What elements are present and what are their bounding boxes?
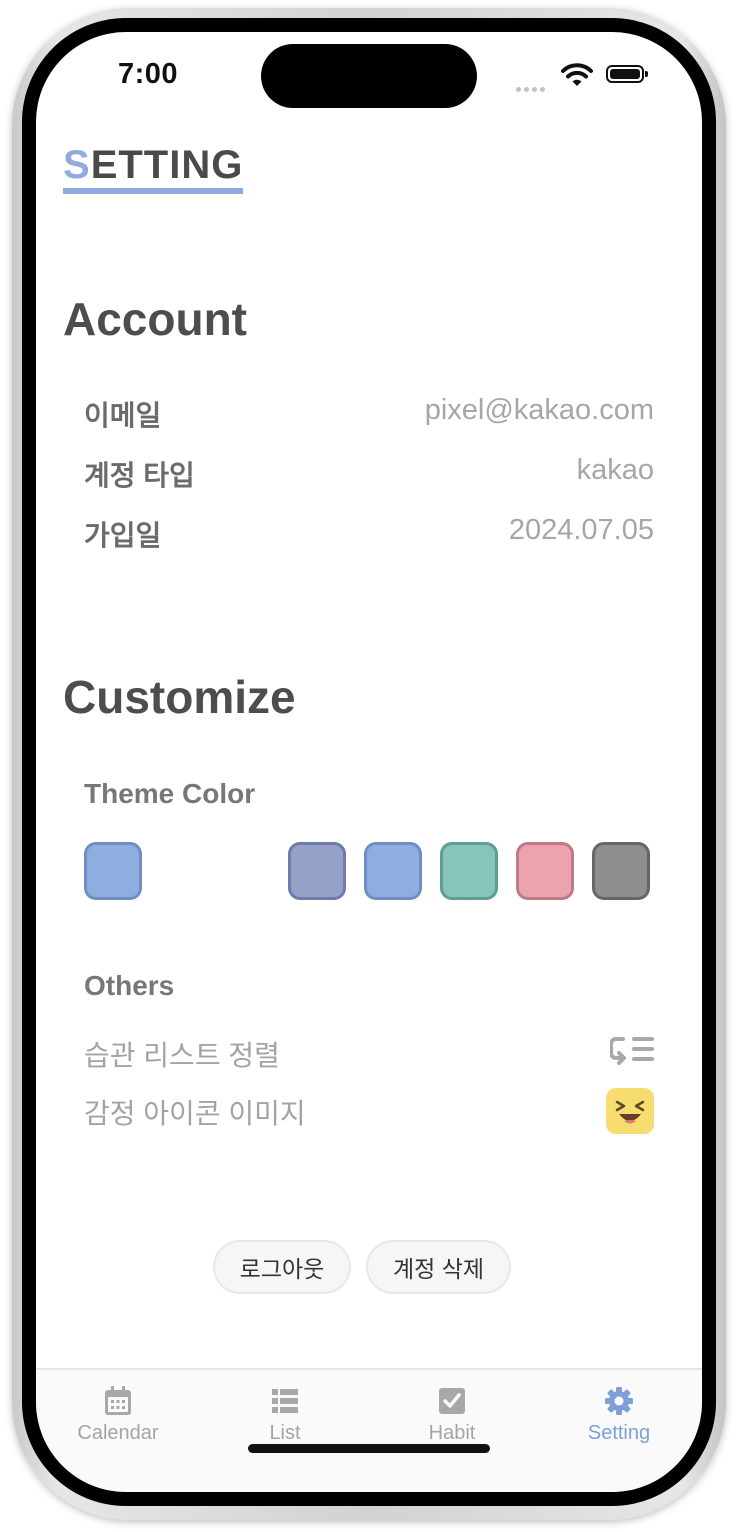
battery-icon — [606, 65, 648, 83]
emotion-icon-label: 감정 아이콘 이미지 — [84, 1098, 306, 1129]
account-type-value: kakao — [576, 454, 654, 486]
page-title-initial: S — [63, 143, 91, 187]
selected-theme-swatch — [84, 842, 142, 900]
calendar-icon — [105, 1386, 131, 1415]
wifi-icon — [561, 63, 593, 86]
theme-swatch-pink[interactable] — [516, 842, 574, 900]
screen: 7:00 SETTING Account 이메일 pixel@kakao.com… — [36, 32, 702, 1492]
page-title: SETTING — [63, 143, 244, 194]
customize-heading: Customize — [63, 671, 296, 723]
theme-color-label: Theme Color — [84, 778, 256, 809]
account-type-label: 계정 타입 — [84, 460, 195, 491]
cellular-signal-icon — [516, 79, 548, 97]
account-row-email: 이메일 pixel@kakao.com — [84, 394, 654, 434]
theme-swatch-green[interactable] — [440, 842, 498, 900]
tab-habit[interactable]: Habit — [387, 1386, 517, 1445]
page-title-rest: ETTING — [90, 143, 244, 187]
join-date-value: 2024.07.05 — [508, 514, 654, 546]
laughing-face-icon[interactable] — [606, 1088, 654, 1134]
list-icon — [272, 1389, 298, 1413]
join-date-label: 가입일 — [84, 520, 162, 551]
theme-swatch-gray[interactable] — [592, 842, 650, 900]
gear-icon — [605, 1387, 633, 1415]
tab-calendar-label: Calendar — [77, 1422, 159, 1444]
account-row-type: 계정 타입 kakao — [84, 454, 654, 494]
dynamic-island — [261, 44, 477, 108]
home-indicator — [248, 1444, 490, 1453]
habit-sort-label: 습관 리스트 정렬 — [84, 1040, 280, 1071]
email-label: 이메일 — [84, 400, 162, 431]
tab-bar: Calendar List Habit Setting — [36, 1368, 702, 1492]
checkbox-icon — [439, 1388, 465, 1414]
tab-calendar[interactable]: Calendar — [53, 1386, 183, 1445]
logout-button[interactable]: 로그아웃 — [213, 1240, 351, 1294]
tab-list-label: List — [269, 1422, 301, 1444]
tab-setting[interactable]: Setting — [554, 1386, 684, 1445]
email-value: pixel@kakao.com — [424, 394, 654, 426]
theme-swatch-purple[interactable] — [288, 842, 346, 900]
theme-swatch-blue[interactable] — [364, 842, 422, 900]
tab-setting-label: Setting — [587, 1422, 651, 1444]
emotion-icon-row[interactable]: 감정 아이콘 이미지 — [84, 1088, 654, 1134]
tab-habit-label: Habit — [428, 1422, 476, 1444]
others-label: Others — [84, 970, 175, 1001]
delete-account-button[interactable]: 계정 삭제 — [366, 1240, 511, 1294]
account-heading: Account — [63, 293, 247, 345]
status-time: 7:00 — [118, 58, 179, 90]
account-row-joined: 가입일 2024.07.05 — [84, 514, 654, 554]
tab-list[interactable]: List — [220, 1386, 350, 1445]
sort-icon[interactable] — [610, 1034, 654, 1066]
habit-sort-row[interactable]: 습관 리스트 정렬 — [84, 1030, 654, 1076]
